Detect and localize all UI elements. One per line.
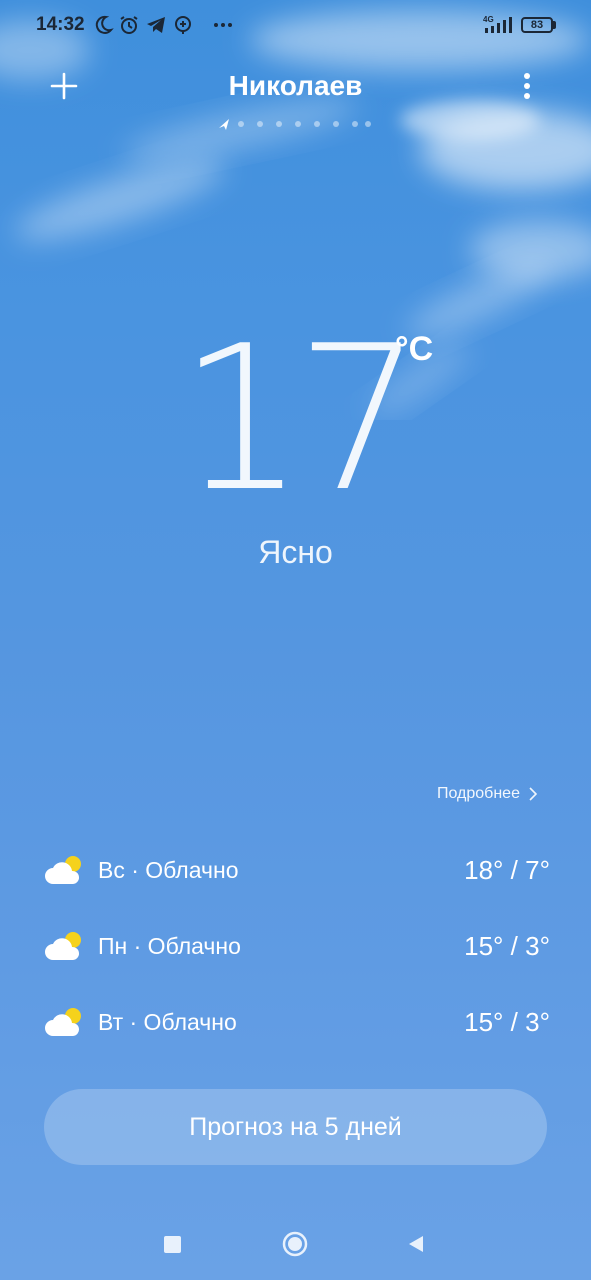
- page-dot: [352, 121, 358, 127]
- city-page-indicator: [216, 116, 376, 132]
- partly-cloudy-icon: [45, 1008, 81, 1036]
- details-link[interactable]: Подробнее: [437, 782, 538, 806]
- page-dot: [295, 121, 301, 127]
- forecast-row[interactable]: Вс · Облачно 18° / 7°: [44, 850, 550, 890]
- forecast-temps: 18° / 7°: [464, 854, 550, 885]
- signal-icon: 4G: [481, 14, 515, 36]
- current-condition: Ясно: [258, 534, 333, 570]
- temperature-unit: °C: [395, 330, 434, 368]
- page-dot: [314, 121, 320, 127]
- partly-cloudy-icon: [45, 856, 81, 884]
- current-temperature: 17: [178, 303, 423, 536]
- page-dot: [238, 121, 244, 127]
- city-title: Николаев: [228, 70, 363, 101]
- forecast-day-label: Пн · Облачно: [98, 932, 241, 959]
- battery-indicator: 83: [521, 17, 553, 33]
- recent-apps-button[interactable]: [164, 1236, 181, 1253]
- five-day-forecast-label: Прогноз на 5 дней: [189, 1112, 402, 1141]
- back-triangle-icon: [409, 1236, 423, 1252]
- status-bar: 14:32 4G 83: [0, 0, 591, 52]
- page-dot: [257, 121, 263, 127]
- back-button[interactable]: [406, 1234, 426, 1254]
- forecast-temps: 15° / 3°: [464, 1006, 550, 1037]
- page-dot: [333, 121, 339, 127]
- home-button[interactable]: [282, 1231, 308, 1257]
- page-dot: [365, 121, 371, 127]
- forecast-day-label: Вс · Облачно: [98, 856, 239, 883]
- five-day-forecast-button[interactable]: Прогноз на 5 дней: [44, 1089, 547, 1165]
- page-dot: [276, 121, 282, 127]
- moon-icon: [92, 14, 114, 36]
- battery-cap: [553, 21, 556, 29]
- plus-bubble-icon: [172, 14, 194, 36]
- forecast-temps: 15° / 3°: [464, 930, 550, 961]
- forecast-day-label: Вт · Облачно: [98, 1008, 237, 1035]
- chevron-right-icon: [529, 787, 538, 801]
- status-time: 14:32: [36, 14, 85, 35]
- more-vertical-icon: [524, 73, 530, 99]
- location-arrow-icon: [219, 119, 229, 130]
- forecast-row[interactable]: Вт · Облачно 15° / 3°: [44, 1002, 550, 1042]
- telegram-icon: [145, 14, 167, 36]
- home-circle-icon: [282, 1231, 308, 1257]
- more-menu-button[interactable]: [516, 70, 538, 102]
- forecast-row[interactable]: Пн · Облачно 15° / 3°: [44, 926, 550, 966]
- more-dots-icon: [212, 14, 234, 36]
- partly-cloudy-icon: [45, 932, 81, 960]
- details-label: Подробнее: [437, 785, 520, 802]
- alarm-icon: [118, 14, 140, 36]
- network-type: 4G: [483, 15, 494, 24]
